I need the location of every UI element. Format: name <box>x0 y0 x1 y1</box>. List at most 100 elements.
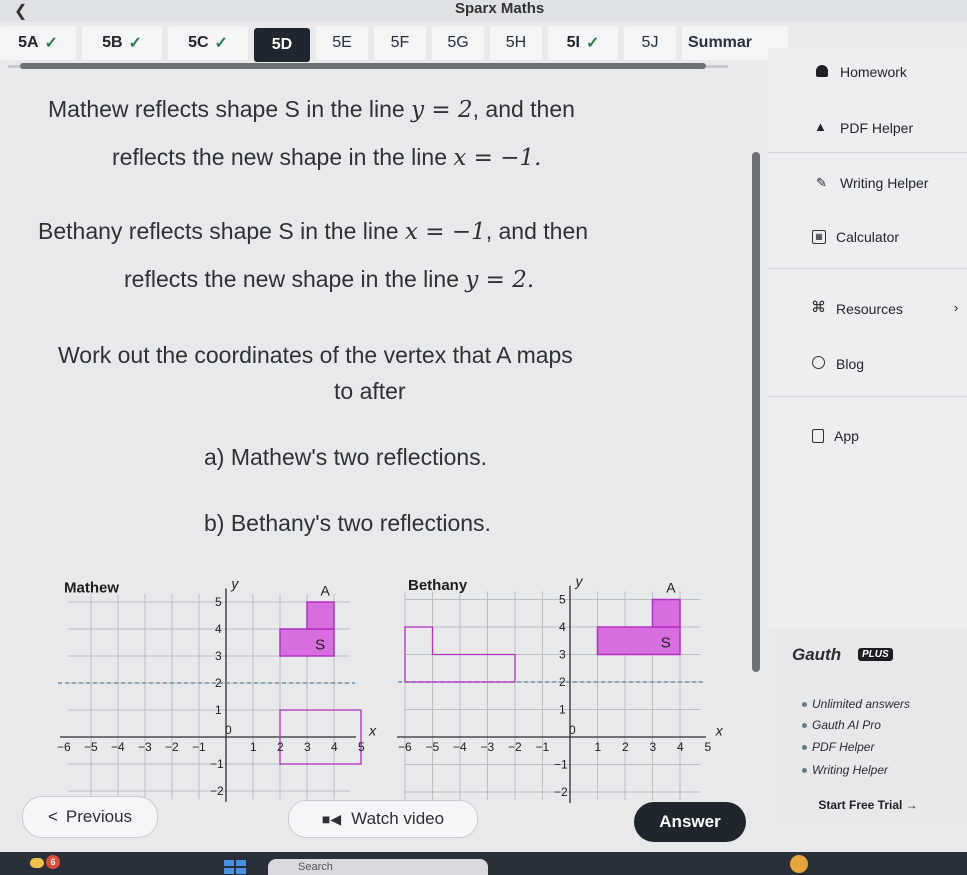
x-tick-label: 0 <box>569 723 576 737</box>
graph-mathew: SAMathew yx−6 −5 −4 −3 −2 −101 2 3 4 554321−1−2 <box>57 576 377 802</box>
question-line-6: to after <box>334 378 406 404</box>
window-title: Sparx Maths <box>455 0 545 17</box>
x-tick-label: 1 <box>595 740 602 754</box>
x-tick-label: −6 <box>57 740 71 754</box>
homework-icon <box>816 65 828 77</box>
y-tick-label: −1 <box>210 757 224 771</box>
x-tick-label: 0 <box>225 723 232 737</box>
check-icon: ✓ <box>44 35 58 52</box>
y-tick-label: 1 <box>559 703 566 717</box>
tab-5b[interactable]: 5B ✓ <box>82 26 162 60</box>
check-icon: ✓ <box>128 35 142 52</box>
x-tick-label: 3 <box>304 740 311 754</box>
app-icon <box>812 429 824 443</box>
y-tick-label: 3 <box>215 649 222 663</box>
x-tick-label: −1 <box>192 740 206 754</box>
y-tick-label: 4 <box>559 620 566 634</box>
x-tick-label: −2 <box>508 740 522 754</box>
y-tick-label: 2 <box>559 675 566 689</box>
vertex-label: A <box>321 582 331 598</box>
chevron-left-icon: < <box>47 807 58 826</box>
previous-button[interactable]: < Previous <box>22 796 158 838</box>
watch-video-button[interactable]: ■◀ Watch video <box>288 800 478 838</box>
vertical-scrollbar[interactable] <box>752 152 760 672</box>
y-tick-label: −1 <box>554 758 568 772</box>
shape-label: S <box>315 636 325 653</box>
tab-5j[interactable]: 5J <box>624 26 676 60</box>
plus-badge: PLUS <box>858 648 893 661</box>
x-axis-label: x <box>715 723 724 739</box>
x-tick-label: 5 <box>705 740 712 754</box>
answer-button[interactable]: Answer <box>634 802 746 842</box>
x-axis-label: x <box>368 723 377 739</box>
shape-label: S <box>661 635 671 652</box>
x-tick-label: 4 <box>331 740 338 754</box>
notification-badge: 6 <box>46 855 60 869</box>
tab-5e[interactable]: 5E <box>316 26 368 60</box>
x-tick-label: 2 <box>277 740 284 754</box>
x-tick-label: −3 <box>481 740 495 754</box>
blog-icon <box>812 356 825 369</box>
check-icon: ✓ <box>214 35 228 52</box>
graph-title: Mathew <box>64 580 119 597</box>
gauth-feature: Unlimited answers <box>812 697 911 711</box>
chevron-left-icon[interactable]: ❮ <box>14 1 27 21</box>
shape-s <box>279 628 335 657</box>
resources-icon: ⌘ <box>811 299 826 316</box>
y-tick-label: 4 <box>215 622 222 636</box>
y-axis-label: y <box>230 576 239 592</box>
horizontal-scrollbar[interactable] <box>8 62 728 70</box>
x-tick-label: −4 <box>453 740 467 754</box>
shape-s-top <box>306 601 335 630</box>
video-icon: ■◀ <box>321 810 342 827</box>
x-tick-label: 2 <box>622 740 629 754</box>
tab-5a[interactable]: 5A ✓ <box>0 26 76 60</box>
tab-5g[interactable]: 5G <box>432 26 484 60</box>
x-tick-label: −6 <box>398 740 412 754</box>
gauth-brand: Gauth <box>792 645 842 664</box>
tab-5d[interactable]: 5D <box>254 28 310 62</box>
x-tick-label: −2 <box>165 740 179 754</box>
x-tick-label: −4 <box>111 740 125 754</box>
y-tick-label: −2 <box>210 784 224 798</box>
windows-start-icon[interactable] <box>224 860 246 875</box>
window-title-bar: ❮ Sparx Maths <box>0 0 967 22</box>
calculator-icon: ▦ <box>812 230 826 244</box>
y-tick-label: −2 <box>554 785 568 799</box>
chevron-right-icon: › <box>954 300 959 315</box>
y-axis-label: y <box>575 573 584 589</box>
pdf-icon: ▲ <box>814 119 827 134</box>
question-line-4: reflects the new shape in the line y = 2… <box>124 266 535 293</box>
scrollbar-thumb[interactable] <box>20 63 706 69</box>
question-line-3: Bethany reflects shape S in the line x =… <box>38 218 589 245</box>
x-tick-label: −5 <box>426 740 440 754</box>
start-free-trial-button[interactable]: Start Free Trial → <box>778 785 958 825</box>
task-tabs: 5A ✓ 5B ✓ 5C ✓ 5D 5E 5F 5G 5H 5I ✓ 5J Summar <box>0 22 788 62</box>
gauth-feature: Writing Helper <box>812 763 889 777</box>
tab-5c[interactable]: 5C ✓ <box>168 26 248 60</box>
question-line-5: Work out the coordinates of the vertex t… <box>58 342 573 368</box>
y-tick-label: 2 <box>215 676 222 690</box>
tab-5f[interactable]: 5F <box>374 26 426 60</box>
x-tick-label: −1 <box>536 740 550 754</box>
vertex-label: A <box>666 580 676 596</box>
y-tick-label: 5 <box>559 593 566 607</box>
x-tick-label: −5 <box>84 740 98 754</box>
tab-5h[interactable]: 5H <box>490 26 542 60</box>
pencil-icon: ✎ <box>816 175 827 190</box>
shape-s-top <box>651 598 681 628</box>
x-tick-label: 5 <box>358 740 365 754</box>
sidebar: Homework ▲ PDF Helper ✎ Writing Helper ▦… <box>768 48 967 628</box>
x-tick-label: 3 <box>650 740 657 754</box>
tab-5i[interactable]: 5I ✓ <box>548 26 618 60</box>
taskbar-search-input[interactable]: Search <box>268 859 488 875</box>
part-b-label: b) Bethany's two reflections. <box>204 510 491 536</box>
x-tick-label: 1 <box>250 740 257 754</box>
app-icon[interactable] <box>790 855 808 873</box>
question-line-1: Mathew reflects shape S in the line y = … <box>48 96 575 123</box>
x-tick-label: 4 <box>677 740 684 754</box>
y-tick-label: 1 <box>215 703 222 717</box>
y-tick-label: 3 <box>559 648 566 662</box>
part-a-label: a) Mathew's two reflections. <box>204 444 488 470</box>
question-line-2: reflects the new shape in the line x = −… <box>112 144 542 171</box>
